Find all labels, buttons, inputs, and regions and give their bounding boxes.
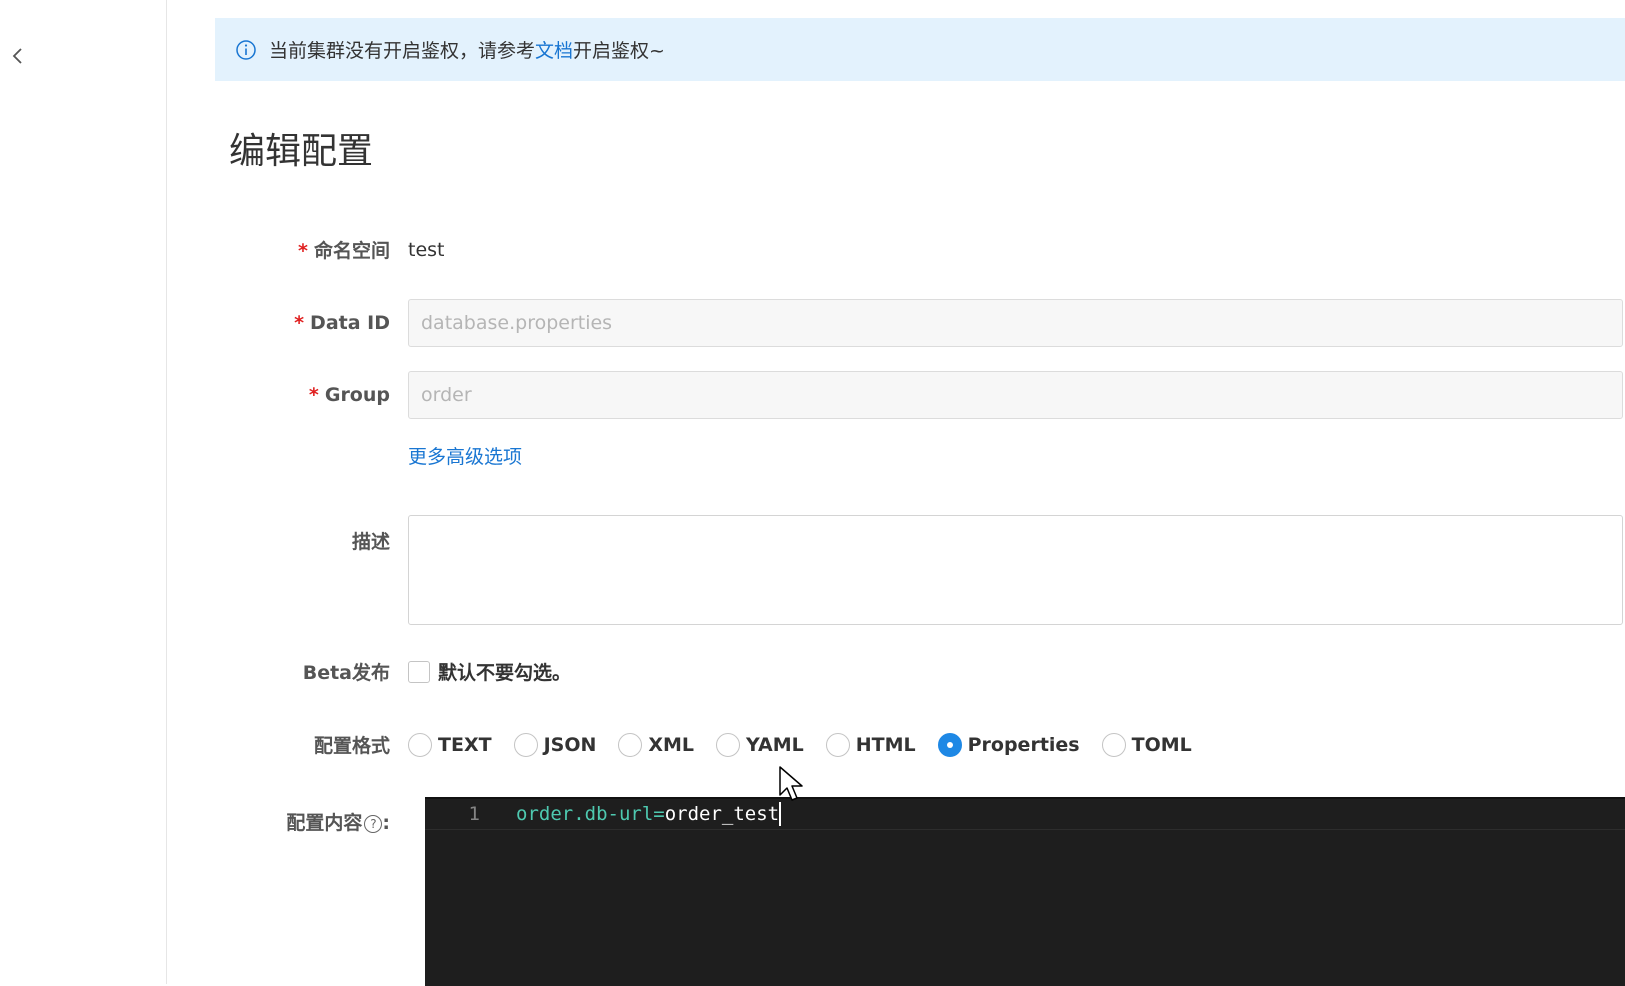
beta-checkbox-label[interactable]: 默认不要勾选。 <box>438 658 571 685</box>
description-label: 描述 <box>351 531 390 553</box>
format-option-yaml[interactable]: YAML <box>716 732 804 757</box>
radio-html[interactable] <box>825 732 850 757</box>
alert-text-after: 开启鉴权~ <box>573 40 665 62</box>
mouse-pointer-icon <box>778 765 806 805</box>
description-textarea[interactable] <box>408 515 1623 625</box>
radio-yaml[interactable] <box>716 732 741 757</box>
data-id-row: * Data ID database.properties <box>166 299 1625 347</box>
format-option-json[interactable]: JSON <box>513 732 596 757</box>
sidebar <box>0 0 167 984</box>
page-title: 编辑配置 <box>229 131 374 172</box>
collapse-sidebar-icon[interactable] <box>8 46 28 66</box>
beta-checkbox[interactable] <box>408 660 430 683</box>
format-option-text[interactable]: TEXT <box>408 732 492 757</box>
line-number: 1 <box>468 803 480 825</box>
radio-properties[interactable] <box>937 732 962 757</box>
format-option-toml[interactable]: TOML <box>1101 732 1192 757</box>
format-option-xml[interactable]: XML <box>618 732 694 757</box>
docs-link[interactable]: 文档 <box>535 36 573 63</box>
group-row: * Group order <box>166 371 1625 419</box>
advanced-row: 更多高级选项 <box>166 442 1625 469</box>
data-id-input[interactable]: database.properties <box>408 299 1623 347</box>
description-row: 描述 <box>166 515 1625 625</box>
radio-toml[interactable] <box>1101 732 1126 757</box>
auth-alert: 当前集群没有开启鉴权，请参考 文档 开启鉴权~ <box>215 18 1625 81</box>
code-key: order.db-url= <box>516 803 665 825</box>
radio-json[interactable] <box>513 732 538 757</box>
code-value: order_test <box>664 803 780 825</box>
code-editor[interactable]: 1 order.db-url= order_test <box>425 797 1625 986</box>
content-label: 配置内容?: <box>286 812 390 834</box>
format-row: 配置格式 TEXT JSON XML YAML HTML Properties … <box>166 731 1625 758</box>
beta-row: Beta发布 默认不要勾选。 <box>166 658 1625 685</box>
group-label: * Group <box>308 384 390 406</box>
format-label: 配置格式 <box>313 735 390 757</box>
help-icon[interactable]: ? <box>364 814 383 833</box>
beta-label: Beta发布 <box>302 662 390 684</box>
alert-text-before: 当前集群没有开启鉴权，请参考 <box>269 40 536 62</box>
group-input[interactable]: order <box>408 371 1623 419</box>
namespace-row: * 命名空间 test <box>166 236 1625 263</box>
data-id-label: * Data ID <box>294 312 390 334</box>
namespace-label: * 命名空间 <box>298 240 390 262</box>
format-option-properties[interactable]: Properties <box>937 732 1080 757</box>
format-radio-group: TEXT JSON XML YAML HTML Properties TOML <box>408 732 1214 757</box>
advanced-options-link[interactable]: 更多高级选项 <box>408 442 522 469</box>
info-icon <box>235 39 257 61</box>
format-option-html[interactable]: HTML <box>825 732 916 757</box>
namespace-value: test <box>408 238 445 261</box>
radio-xml[interactable] <box>618 732 643 757</box>
text-caret <box>779 802 782 826</box>
editor-line[interactable]: 1 order.db-url= order_test <box>425 799 1625 830</box>
radio-text[interactable] <box>408 732 432 757</box>
